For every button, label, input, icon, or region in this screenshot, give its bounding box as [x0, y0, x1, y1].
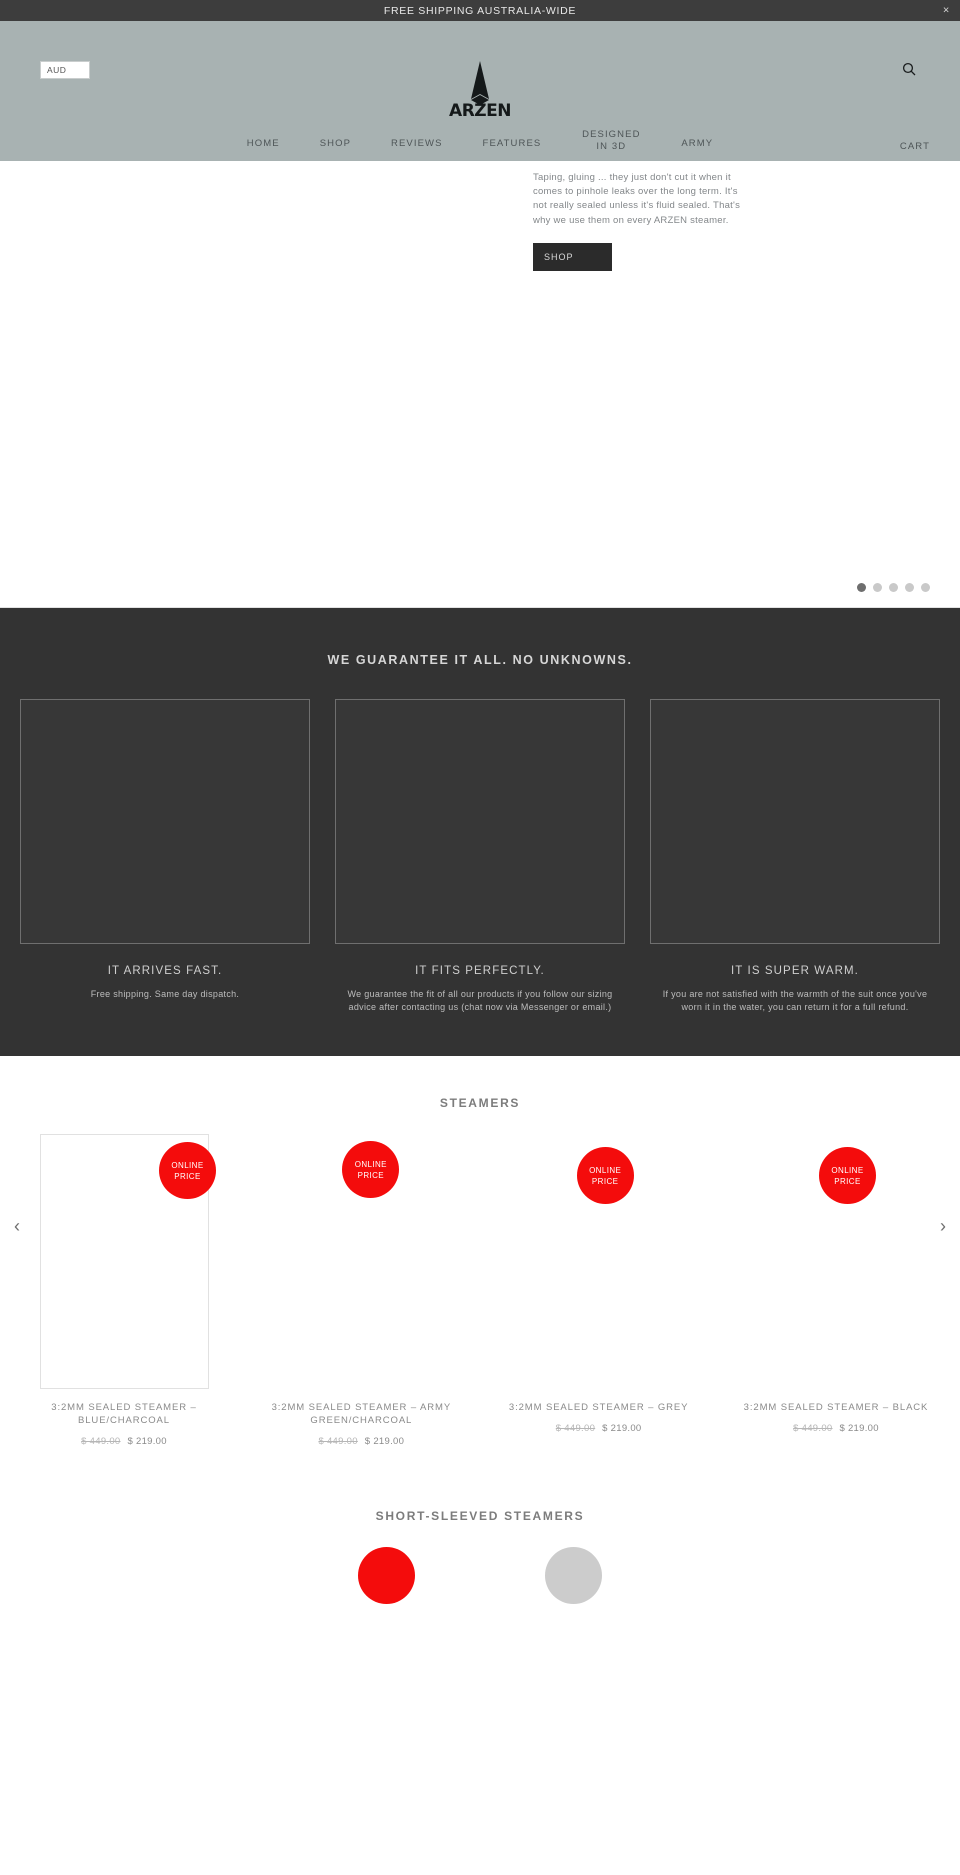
guarantee-body: If you are not satisfied with the warmth… — [662, 989, 928, 1012]
short-sleeved-title: SHORT-SLEEVED STEAMERS — [375, 1509, 585, 1523]
hero-shop-button[interactable]: SHOP — [533, 242, 612, 271]
site-header: AUD ARZEN HOME SHOP REVIEWS FEATURES DES… — [0, 21, 960, 161]
guarantee-image-placeholder — [20, 699, 310, 944]
guarantee-heading: IT FITS PERFECTLY. — [415, 965, 545, 977]
online-price-badge: ONLINE PRICE — [818, 1147, 876, 1204]
slider-dot-5[interactable] — [921, 583, 930, 592]
nav-item-reviews[interactable]: REVIEWS — [391, 125, 443, 150]
main-navigation: HOME SHOP REVIEWS FEATURES DESIGNED IN 3… — [0, 123, 960, 161]
product-current-price: $ 219.00 — [364, 1436, 405, 1447]
product-title: 3:2MM SEALED STEAMER – BLUE/CHARCOAL — [51, 1402, 197, 1426]
badge-line-1: ONLINE — [171, 1160, 204, 1170]
online-price-badge: ONLINE PRICE — [576, 1147, 634, 1204]
badge-line-1: ONLINE — [589, 1165, 622, 1175]
currency-value: AUD — [47, 65, 67, 75]
site-logo[interactable]: ARZEN — [420, 55, 540, 123]
product-price: $ 449.00 $ 219.00 — [485, 1423, 713, 1434]
product-card[interactable]: ONLINE PRICE 3:2MM SEALED STEAMER – GREY… — [485, 1134, 713, 1447]
product-old-price: $ 449.00 — [555, 1423, 596, 1434]
guarantee-heading: IT IS SUPER WARM. — [731, 965, 859, 977]
product-title: 3:2MM SEALED STEAMER – BLACK — [743, 1402, 929, 1413]
announcement-text: FREE SHIPPING AUSTRALIA-WIDE — [383, 4, 577, 17]
guarantee-image-placeholder — [650, 699, 940, 944]
product-current-price: $ 219.00 — [839, 1423, 879, 1434]
badge-line-2: PRICE — [174, 1171, 201, 1181]
guarantee-body: We guarantee the fit of all our products… — [347, 989, 613, 1012]
cart-link[interactable]: CART — [900, 141, 930, 152]
badge-line-2: PRICE — [834, 1176, 861, 1186]
product-old-price: $ 449.00 — [793, 1423, 833, 1434]
slider-dots — [857, 583, 930, 592]
logo-wordmark: ARZEN — [449, 101, 511, 121]
nav-item-designed-in-3d[interactable]: DESIGNED IN 3D — [581, 125, 641, 153]
product-old-price: $ 449.00 — [318, 1436, 358, 1447]
close-icon[interactable]: × — [943, 5, 950, 16]
guarantee-body: Free shipping. Same day dispatch. — [90, 989, 240, 999]
steamers-carousel: ONLINE PRICE 3:2MM SEALED STEAMER – BLUE… — [0, 1134, 960, 1447]
badge-line-1: ONLINE — [354, 1159, 387, 1169]
guarantee-column-shipping: IT ARRIVES FAST. Free shipping. Same day… — [20, 699, 310, 1014]
search-icon[interactable] — [902, 62, 916, 81]
product-badge-placeholder — [545, 1547, 602, 1604]
short-sleeved-carousel — [0, 1547, 960, 1604]
product-price: $ 449.00 $ 219.00 — [10, 1436, 238, 1447]
guarantee-title: WE GUARANTEE IT ALL. NO UNKNOWNS. — [327, 653, 633, 667]
nav-item-home[interactable]: HOME — [247, 125, 280, 150]
product-current-price: $ 219.00 — [602, 1423, 642, 1434]
product-price: $ 449.00 $ 219.00 — [722, 1423, 950, 1434]
nav-item-features[interactable]: FEATURES — [483, 125, 542, 150]
product-card[interactable]: ONLINE PRICE 3:2MM SEALED STEAMER – BLAC… — [722, 1134, 950, 1447]
product-card[interactable]: ONLINE PRICE 3:2MM SEALED STEAMER – BLUE… — [10, 1134, 238, 1447]
product-card[interactable]: ONLINE PRICE 3:2MM SEALED STEAMER – ARMY… — [247, 1134, 475, 1447]
product-image: ONLINE PRICE — [722, 1134, 950, 1389]
badge-line-1: ONLINE — [831, 1165, 864, 1175]
online-price-badge: ONLINE PRICE — [342, 1141, 400, 1198]
hero-slider: Taping, gluing ... they just don't cut i… — [0, 161, 960, 608]
product-current-price: $ 219.00 — [127, 1436, 167, 1447]
guarantee-column-fit: IT FITS PERFECTLY. We guarantee the fit … — [335, 699, 625, 1014]
product-old-price: $ 449.00 — [81, 1436, 121, 1447]
product-image: ONLINE PRICE — [485, 1134, 713, 1389]
slider-dot-1[interactable] — [857, 583, 866, 592]
product-price: $ 449.00 $ 219.00 — [247, 1436, 475, 1447]
nav-item-army[interactable]: ARMY — [681, 125, 713, 150]
hero-description: Taping, gluing ... they just don't cut i… — [533, 172, 741, 226]
guarantee-heading: IT ARRIVES FAST. — [107, 965, 223, 977]
badge-line-2: PRICE — [357, 1170, 385, 1180]
guarantee-section: WE GUARANTEE IT ALL. NO UNKNOWNS. IT ARR… — [0, 608, 960, 1056]
badge-line-2: PRICE — [591, 1176, 619, 1186]
nav-item-shop[interactable]: SHOP — [320, 125, 351, 150]
product-image: ONLINE PRICE — [247, 1134, 475, 1389]
steamers-title: STEAMERS — [439, 1096, 521, 1110]
announcement-bar: FREE SHIPPING AUSTRALIA-WIDE × — [0, 0, 960, 21]
online-price-badge: ONLINE PRICE — [159, 1142, 216, 1199]
guarantee-image-placeholder — [335, 699, 625, 944]
currency-selector[interactable]: AUD — [40, 61, 90, 79]
short-sleeved-section: SHORT-SLEEVED STEAMERS — [0, 1447, 960, 1607]
slider-dot-4[interactable] — [905, 583, 914, 592]
product-title: 3:2MM SEALED STEAMER – ARMY GREEN/CHARCO… — [271, 1402, 452, 1426]
product-title: 3:2MM SEALED STEAMER – GREY — [508, 1402, 689, 1413]
guarantee-column-warmth: IT IS SUPER WARM. If you are not satisfi… — [650, 699, 940, 1014]
steamers-section: STEAMERS ‹ › ONLINE PRICE 3:2MM SEALED S… — [0, 1056, 960, 1447]
slider-dot-3[interactable] — [889, 583, 898, 592]
hero-copy: Taping, gluing ... they just don't cut i… — [533, 171, 748, 271]
online-price-badge — [358, 1547, 415, 1604]
slider-dot-2[interactable] — [873, 583, 882, 592]
product-image: ONLINE PRICE — [40, 1134, 216, 1389]
